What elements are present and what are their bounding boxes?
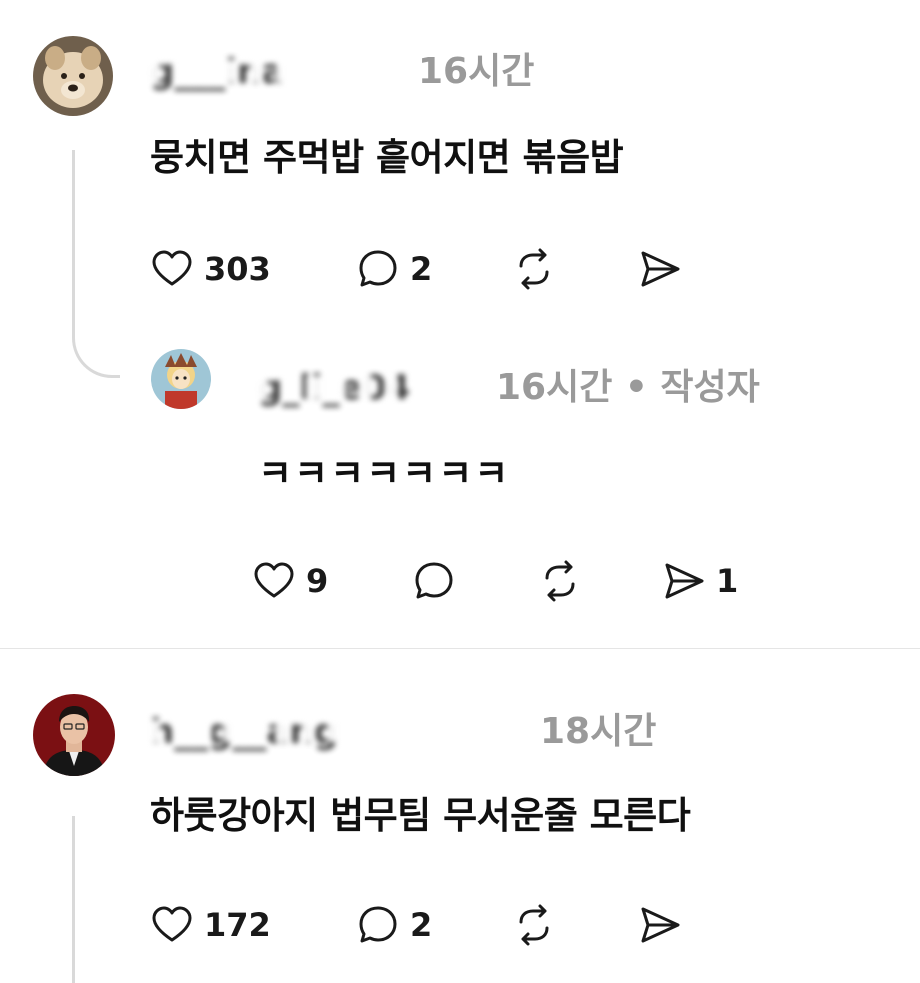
comment-2: h__g__ang 18시간 하룻강아지 법무팀 무서운줄 모른다 172 2: [0, 650, 920, 983]
author-badge: • 작성자: [624, 367, 760, 408]
avatar-man[interactable]: [33, 694, 115, 776]
send-icon: [641, 251, 680, 287]
heart-icon: [254, 562, 294, 598]
like-button[interactable]: 172: [150, 900, 271, 950]
reply-text: ㅋㅋㅋㅋㅋㅋㅋ: [258, 452, 511, 495]
reply-button[interactable]: [412, 556, 456, 606]
comment-2-username[interactable]: h__g__ang: [145, 712, 343, 752]
avatar-illustration[interactable]: [151, 349, 211, 409]
like-count: 303: [204, 250, 271, 288]
reply-time: 16시간 • 작성자: [496, 368, 760, 408]
like-count: 9: [306, 562, 329, 600]
comment-2-actions: 172 2: [150, 900, 710, 950]
comment-icon: [359, 250, 397, 287]
like-button[interactable]: 303: [150, 244, 271, 294]
man-avatar-image: [33, 694, 115, 776]
reply-button[interactable]: 2: [356, 244, 432, 294]
comment-icon: [359, 906, 397, 943]
send-icon: [665, 563, 704, 599]
share-button[interactable]: [638, 900, 682, 950]
divider: [0, 648, 920, 649]
comment-1-text: 뭉치면 주먹밥 흩어지면 볶음밥: [150, 136, 624, 179]
comment-1: g___ina 16시간 뭉치면 주먹밥 흩어지면 볶음밥 303 2 g_ll…: [0, 0, 920, 640]
share-count: 1: [716, 562, 739, 600]
like-count: 172: [204, 906, 271, 944]
share-button[interactable]: 1: [662, 556, 738, 606]
reply-count: 2: [410, 906, 433, 944]
comment-1-username[interactable]: g___ina: [145, 52, 289, 92]
avatar-puppy[interactable]: [33, 36, 113, 116]
repost-button[interactable]: [512, 244, 556, 294]
reply-count: 2: [410, 250, 433, 288]
repost-button[interactable]: [512, 900, 556, 950]
repost-button[interactable]: [538, 556, 582, 606]
comment-icon: [415, 562, 453, 599]
repost-icon: [519, 904, 549, 946]
heart-icon: [152, 906, 192, 942]
comment-1-time: 16시간: [418, 51, 535, 92]
reply-username[interactable]: g_ll_e04: [253, 368, 415, 408]
illustrated-avatar-image: [151, 349, 211, 409]
thread-line: [72, 150, 75, 338]
reply-time-text: 16시간: [496, 367, 613, 408]
comment-1-actions: 303 2: [150, 244, 710, 294]
reply-button[interactable]: 2: [356, 900, 432, 950]
thread-curve: [72, 326, 120, 378]
thread-line: [72, 816, 75, 983]
reply-actions: 9 1: [252, 556, 772, 606]
comment-2-text: 하룻강아지 법무팀 무서운줄 모른다: [150, 794, 691, 837]
comment-2-time: 18시간: [540, 711, 657, 752]
repost-icon: [519, 248, 549, 290]
puppy-avatar-image: [33, 36, 113, 116]
send-icon: [641, 907, 680, 943]
heart-icon: [152, 250, 192, 286]
like-button[interactable]: 9: [252, 556, 328, 606]
share-button[interactable]: [638, 244, 682, 294]
repost-icon: [545, 560, 575, 602]
